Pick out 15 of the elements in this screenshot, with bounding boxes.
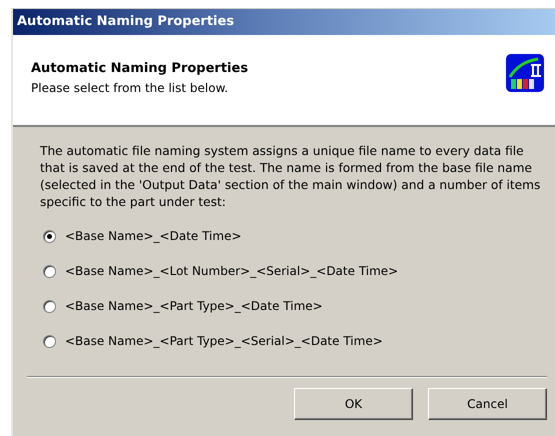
window-title: Automatic Naming Properties: [13, 9, 555, 35]
ok-button[interactable]: OK: [294, 388, 413, 420]
description-text: The automatic file naming system assigns a unique file name to every data file that is saved at the end of the test. The name is formed from the base file name (selected in the 'Output Data' section of the main window) and a number of items specific to the part under test:: [39, 143, 542, 211]
header-title: Automatic Naming Properties: [31, 60, 248, 78]
meter-logo-icon: [505, 53, 545, 93]
radio-button[interactable]: [43, 230, 56, 242]
radio-button[interactable]: [43, 264, 56, 278]
radio-button[interactable]: [43, 334, 56, 348]
header-subtitle: Please select from the list below.: [31, 80, 230, 96]
radio-button[interactable]: [43, 300, 56, 312]
option-label[interactable]: <Base Name>_<Lot Number>_<Serial>_<Date Time>: [65, 262, 398, 280]
option-label[interactable]: <Base Name>_<Part Type>_<Date Time>: [65, 297, 323, 315]
option-label[interactable]: <Base Name>_<Date Time>: [65, 227, 242, 245]
cancel-button[interactable]: Cancel: [428, 388, 547, 420]
option-label[interactable]: <Base Name>_<Part Type>_<Serial>_<Date Time>: [65, 332, 383, 350]
